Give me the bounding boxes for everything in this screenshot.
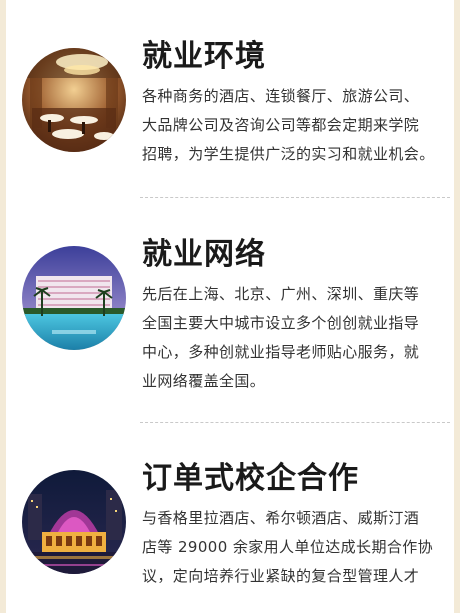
resort-hotel-photo [22, 246, 126, 350]
body-line: 议，定向培养行业紧缺的复合型管理人才 [142, 567, 420, 585]
body-line: 先后在上海、北京、广州、深圳、重庆等 [142, 285, 420, 303]
body-line: 中心，多种创就业指导老师贴心服务，就 [142, 343, 420, 361]
section-body: 与香格里拉酒店、希尔顿酒店、威斯汀酒 店等 29000 余家用人单位达成长期合作… [142, 504, 456, 591]
body-line: 大品牌公司及咨询公司等都会定期来学院 [142, 116, 420, 134]
section-body: 先后在上海、北京、广州、深圳、重庆等 全国主要大中城市设立多个创创就业指导 中心… [142, 280, 456, 396]
section-title: 就业环境 [142, 39, 266, 74]
body-line: 各种商务的酒店、连锁餐厅、旅游公司、 [142, 87, 420, 105]
section-title: 订单式校企合作 [142, 461, 359, 496]
section-body: 各种商务的酒店、连锁餐厅、旅游公司、 大品牌公司及咨询公司等都会定期来学院 招聘… [142, 82, 456, 169]
night-hotel-photo [22, 470, 126, 574]
body-line: 业网络覆盖全国。 [142, 372, 266, 390]
section-divider [140, 422, 450, 423]
restaurant-photo [22, 48, 126, 152]
section-divider [140, 197, 450, 198]
body-line: 与香格里拉酒店、希尔顿酒店、威斯汀酒 [142, 509, 420, 527]
section-title: 就业网络 [142, 237, 266, 272]
body-line: 全国主要大中城市设立多个创创就业指导 [142, 314, 420, 332]
content-page: 就业环境 各种商务的酒店、连锁餐厅、旅游公司、 大品牌公司及咨询公司等都会定期来… [0, 0, 460, 613]
body-line: 店等 29000 余家用人单位达成长期合作协 [142, 538, 434, 556]
body-line: 招聘，为学生提供广泛的实习和就业机会。 [142, 145, 435, 163]
